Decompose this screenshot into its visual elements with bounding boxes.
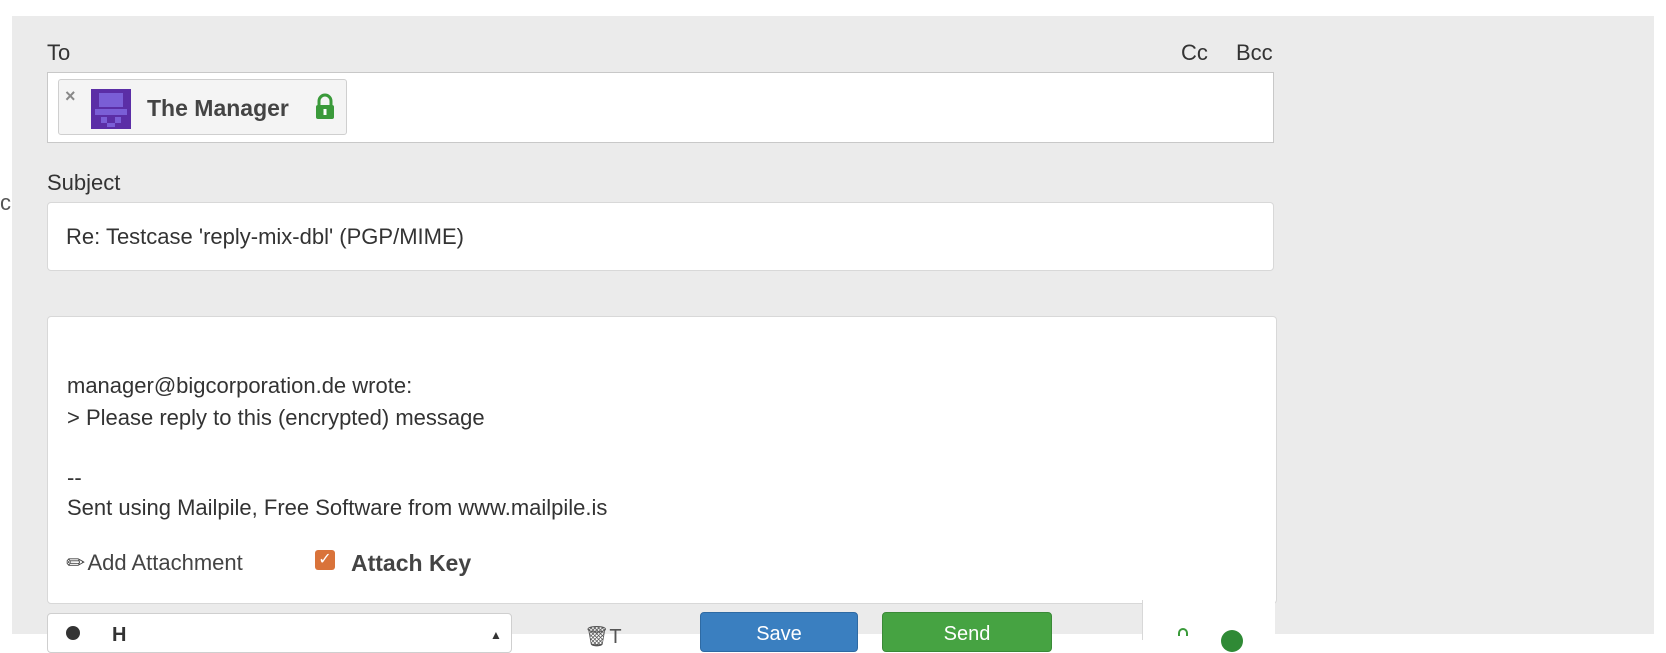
trash-button[interactable]: 🗑T [584, 624, 622, 649]
bcc-link[interactable]: Bcc [1236, 40, 1273, 66]
avatar [91, 89, 131, 129]
from-identity-text: H [112, 624, 127, 646]
lock-icon [316, 93, 334, 119]
recipient-name: The Manager [147, 95, 289, 121]
signature-line: Sent using Mailpile, Free Software from … [67, 495, 608, 520]
add-attachment-button[interactable]: ✎Add Attachment [61, 547, 243, 578]
signature-separator: -- [67, 465, 82, 490]
from-identity-select[interactable]: H ▲ [47, 613, 512, 653]
lock-icon [1178, 628, 1188, 636]
to-label: To [47, 40, 71, 65]
to-field[interactable]: × The Manager [47, 72, 1274, 143]
quoted-line: > Please reply to this (encrypted) messa… [67, 405, 485, 430]
trash-icon: 🗑 [584, 626, 610, 648]
chevron-down-icon: ▲ [490, 628, 502, 642]
save-button[interactable]: Save [700, 612, 858, 652]
add-attachment-label: Add Attachment [87, 550, 243, 575]
signature-status-icon [1221, 630, 1243, 652]
save-label: Save [756, 623, 802, 645]
message-body-editor[interactable]: manager@bigcorporation.de wrote: > Pleas… [47, 316, 1277, 604]
attach-key-checkbox[interactable]: ✓ [315, 550, 335, 570]
quote-header: manager@bigcorporation.de wrote: [67, 373, 413, 398]
truncated-text: c [0, 190, 11, 215]
user-icon [66, 626, 80, 640]
remove-recipient-button[interactable]: × [65, 86, 76, 107]
cc-link[interactable]: Cc [1181, 40, 1208, 66]
subject-label: Subject [47, 170, 121, 195]
identicon-avatar-icon [91, 89, 131, 129]
security-status[interactable] [1142, 600, 1275, 652]
send-button[interactable]: Send [882, 612, 1052, 652]
recipient-token[interactable]: × The Manager [58, 79, 347, 135]
send-label: Send [943, 623, 991, 645]
attach-key-label: Attach Key [351, 550, 472, 576]
trash-label: T [609, 626, 622, 648]
subject-input[interactable]: Re: Testcase 'reply-mix-dbl' (PGP/MIME) [47, 202, 1274, 271]
